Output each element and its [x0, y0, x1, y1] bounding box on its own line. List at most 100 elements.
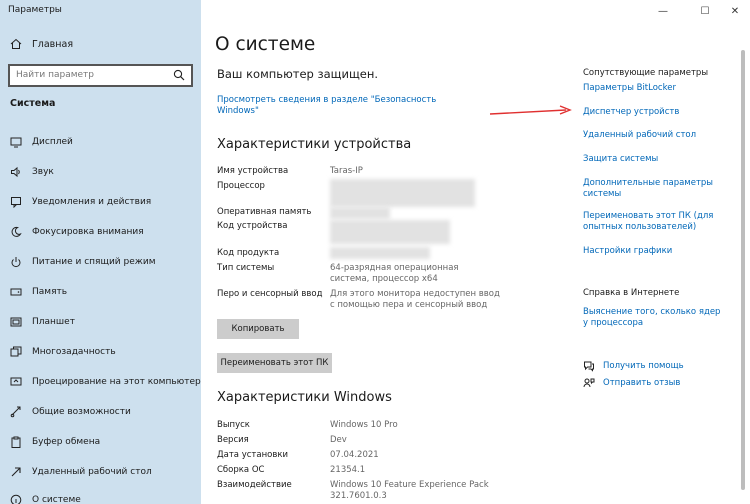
notifications-icon	[11, 197, 21, 208]
sidebar-item-label: Удаленный рабочий стол	[32, 467, 152, 477]
home-icon	[10, 38, 22, 49]
spec-label: Перо и сенсорный ввод	[217, 289, 323, 299]
sidebar-item-sound[interactable]: Звук	[10, 166, 54, 178]
protection-status: Ваш компьютер защищен.	[217, 67, 379, 81]
security-details-link[interactable]: Просмотреть сведения в разделе "Безопасн…	[217, 95, 447, 117]
rename-pc-button[interactable]: Переименовать этот ПК	[217, 353, 332, 373]
redacted-value	[330, 207, 390, 219]
main-content: О системе Ваш компьютер защищен. Просмот…	[201, 22, 750, 504]
get-help-link[interactable]: Получить помощь	[583, 360, 684, 372]
spec-value: Для этого монитора недоступен ввод с пом…	[330, 289, 500, 310]
device-manager-link[interactable]: Диспетчер устройств	[583, 107, 679, 118]
sidebar-section-title: Система	[10, 98, 56, 109]
display-icon	[10, 137, 22, 148]
sidebar-item-label: Память	[32, 287, 68, 297]
remote-desktop-link[interactable]: Удаленный рабочий стол	[583, 130, 696, 141]
projecting-icon	[10, 377, 22, 386]
search-placeholder: Найти параметр	[16, 70, 94, 80]
info-icon	[10, 494, 22, 504]
system-protection-link[interactable]: Защита системы	[583, 154, 658, 165]
spec-label: Код продукта	[217, 248, 280, 258]
shared-experiences-icon	[10, 406, 21, 418]
spec-value: 21354.1	[330, 465, 366, 475]
sidebar-item-about[interactable]: О системе	[10, 494, 81, 504]
spec-value: Windows 10 Pro	[330, 420, 398, 430]
advanced-system-settings-link[interactable]: Дополнительные параметры системы	[583, 178, 723, 200]
remote-desktop-icon	[11, 467, 21, 477]
focus-moon-icon	[11, 226, 22, 237]
spec-label: Процессор	[217, 181, 265, 191]
spec-value: 64-разрядная операционная система, проце…	[330, 263, 459, 284]
sidebar-item-projecting[interactable]: Проецирование на этот компьютер	[10, 376, 201, 388]
redacted-value	[330, 179, 475, 207]
spec-value: Dev	[330, 435, 347, 445]
spec-value: Windows 10 Feature Experience Pack 321.7…	[330, 480, 489, 501]
sidebar-item-label: Дисплей	[32, 137, 73, 147]
spec-label: Дата установки	[217, 450, 289, 460]
bitlocker-link[interactable]: Параметры BitLocker	[583, 83, 676, 94]
sidebar-item-notifications[interactable]: Уведомления и действия	[10, 196, 151, 208]
graphics-settings-link[interactable]: Настройки графики	[583, 246, 672, 257]
sidebar-item-multitasking[interactable]: Многозадачность	[10, 346, 116, 358]
sidebar-item-label: Уведомления и действия	[32, 197, 152, 207]
sidebar-item-label: Планшет	[32, 317, 75, 327]
page-title: О системе	[215, 34, 316, 55]
sidebar-item-remote-desktop[interactable]: Удаленный рабочий стол	[10, 466, 152, 478]
feedback-icon	[583, 378, 595, 388]
minimize-button[interactable]: —	[646, 0, 680, 22]
scrollbar[interactable]	[741, 50, 745, 490]
tablet-icon	[10, 317, 22, 327]
sidebar-item-focus[interactable]: Фокусировка внимания	[10, 226, 144, 238]
feedback-label: Отправить отзыв	[603, 378, 681, 388]
multitasking-icon	[10, 346, 22, 357]
sidebar-home-label: Главная	[32, 38, 74, 50]
search-icon[interactable]	[173, 69, 185, 81]
spec-label: Взаимодействие	[217, 480, 292, 490]
sidebar-item-label: Проецирование на этот компьютер	[32, 377, 201, 387]
spec-value: Taras-IP	[330, 166, 363, 176]
spec-label: Имя устройства	[217, 166, 289, 176]
help-chat-icon	[584, 361, 594, 372]
storage-icon	[10, 288, 22, 296]
web-help-heading: Справка в Интернете	[583, 288, 680, 298]
sidebar-item-label: О системе	[32, 495, 81, 504]
search-input[interactable]: Найти параметр	[8, 64, 193, 87]
sidebar-item-label: Звук	[32, 167, 54, 177]
sidebar: Параметры Главная Найти параметр Система…	[0, 0, 201, 504]
sidebar-item-power[interactable]: Питание и спящий режим	[10, 256, 156, 268]
spec-label: Код устройства	[217, 221, 288, 231]
sidebar-item-label: Буфер обмена	[32, 437, 101, 447]
spec-value: 07.04.2021	[330, 450, 379, 460]
window-title: Параметры	[8, 5, 62, 15]
related-settings-heading: Сопутствующие параметры	[583, 68, 709, 78]
copy-button[interactable]: Копировать	[217, 319, 299, 339]
maximize-button[interactable]: ☐	[688, 0, 722, 22]
sound-icon	[11, 166, 20, 178]
annotation-arrow-icon	[489, 105, 572, 115]
spec-label: Сборка ОС	[217, 465, 265, 475]
sidebar-home[interactable]: Главная	[10, 38, 73, 50]
clipboard-icon	[11, 436, 21, 448]
sidebar-item-display[interactable]: Дисплей	[10, 136, 73, 148]
device-specs-heading: Характеристики устройства	[217, 137, 412, 152]
sidebar-item-tablet[interactable]: Планшет	[10, 316, 75, 328]
get-help-label: Получить помощь	[603, 361, 684, 371]
rename-pc-advanced-link[interactable]: Переименовать этот ПК (для опытных польз…	[583, 211, 723, 233]
redacted-value	[330, 220, 450, 244]
sidebar-item-storage[interactable]: Память	[10, 286, 67, 298]
sidebar-item-label: Многозадачность	[32, 347, 116, 357]
cpu-cores-help-link[interactable]: Выяснение того, сколько ядер у процессор…	[583, 307, 728, 329]
sidebar-item-label: Общие возможности	[32, 407, 131, 417]
sidebar-item-clipboard[interactable]: Буфер обмена	[10, 436, 100, 448]
spec-label: Версия	[217, 435, 249, 445]
close-button[interactable]: ✕	[718, 0, 750, 22]
feedback-link[interactable]: Отправить отзыв	[583, 377, 680, 389]
spec-label: Выпуск	[217, 420, 250, 430]
sidebar-item-label: Питание и спящий режим	[32, 257, 156, 267]
spec-label: Тип системы	[217, 263, 275, 273]
sidebar-item-shared[interactable]: Общие возможности	[10, 406, 131, 418]
windows-specs-heading: Характеристики Windows	[217, 390, 392, 405]
power-icon	[11, 257, 21, 268]
redacted-value	[330, 247, 430, 259]
sidebar-item-label: Фокусировка внимания	[32, 227, 144, 237]
